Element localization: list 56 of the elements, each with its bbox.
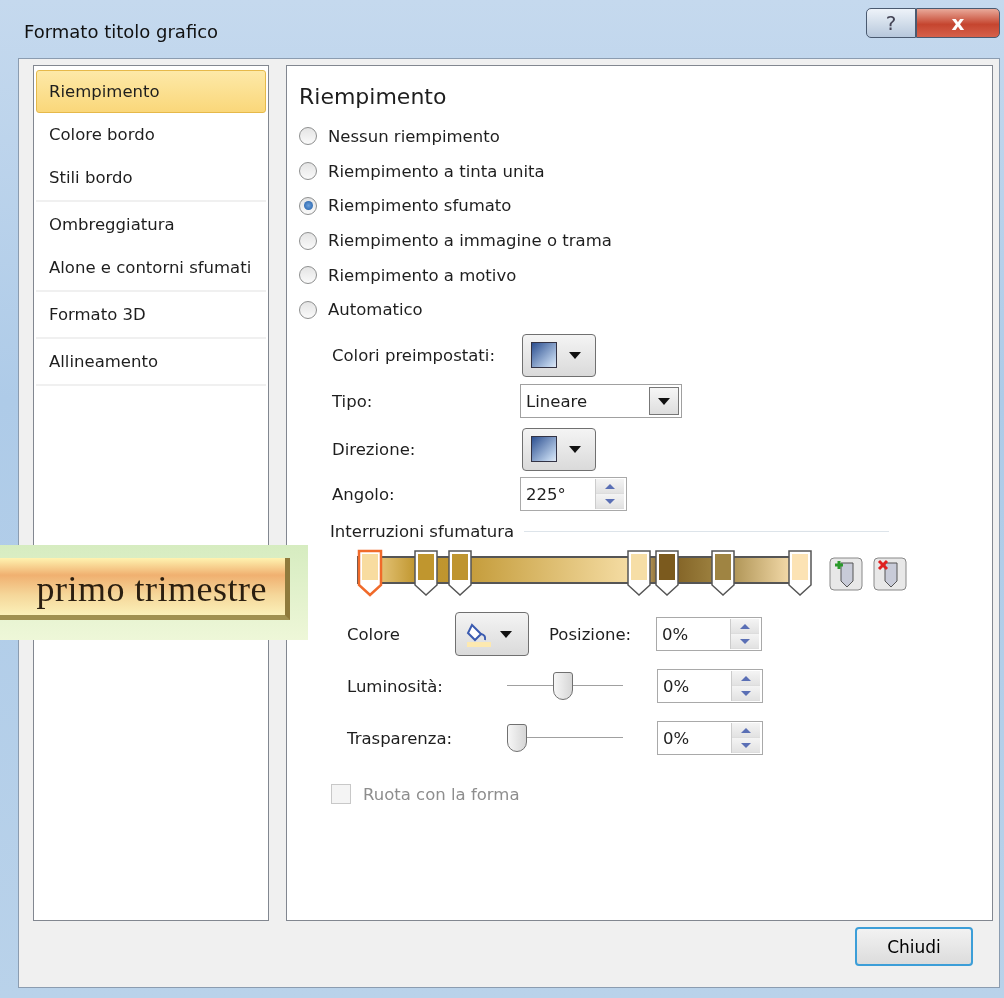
field-label: Tipo: (332, 391, 374, 411)
checkbox-label: Ruota con la forma (363, 784, 520, 804)
sidebar-item[interactable]: Colore bordo (36, 113, 266, 157)
field-label: Colore (347, 624, 401, 644)
field-label: Colori preimpostati: (332, 345, 496, 365)
add-stop-icon[interactable] (829, 557, 863, 592)
color-button[interactable] (455, 612, 529, 657)
field-label: Angolo: (332, 484, 396, 504)
slider-thumb[interactable] (553, 672, 573, 701)
sidebar-item[interactable]: Ombreggiatura (36, 203, 266, 247)
gradient-stop[interactable] (412, 549, 439, 598)
position-field[interactable]: 0% (656, 617, 762, 652)
window-title: Formato titolo grafico (24, 21, 219, 42)
field-label: Trasparenza: (347, 728, 454, 748)
angle-field[interactable]: 225° (520, 477, 627, 512)
field-label: Direzione: (332, 439, 417, 459)
radio-label: Riempimento sfumato (328, 196, 512, 216)
field-label: Posizione: (549, 624, 633, 644)
sidebar-item[interactable]: Stili bordo (36, 156, 266, 200)
type-dropdown[interactable]: Lineare (520, 384, 682, 419)
section-title: Interruzioni sfumatura (330, 521, 515, 541)
remove-stop-icon[interactable] (873, 557, 907, 592)
radio-button[interactable] (299, 231, 317, 250)
radio-button[interactable] (299, 162, 317, 181)
gradient-stop[interactable] (357, 549, 383, 598)
sidebar-item[interactable]: Riempimento (36, 70, 266, 114)
caret-icon (500, 630, 512, 638)
radio-label: Riempimento a tinta unita (328, 161, 545, 181)
chart-title: primo trimestre (0, 557, 290, 620)
section-heading: Riempimento (299, 84, 448, 110)
radio-button[interactable] (299, 266, 317, 285)
field-label: Luminosità: (347, 676, 444, 696)
radio-label: Riempimento a immagine o trama (328, 231, 612, 251)
radio-label: Automatico (328, 300, 423, 320)
gradient-stop[interactable] (447, 549, 474, 598)
slider-thumb[interactable] (507, 724, 527, 753)
radio-label: Riempimento a motivo (328, 265, 517, 285)
paint-bucket-icon (466, 621, 492, 648)
gradient-stop[interactable] (709, 549, 736, 598)
sidebar-item[interactable]: Allineamento (36, 340, 266, 384)
gradient-stop[interactable] (787, 549, 813, 598)
sidebar-item[interactable]: Alone e contorni sfumati (36, 246, 266, 290)
help-button[interactable]: ? (866, 8, 916, 38)
direction-button[interactable] (522, 427, 596, 471)
gradient-stop[interactable] (653, 549, 680, 598)
radio-button[interactable] (299, 127, 317, 146)
preset-colors-button[interactable] (522, 333, 596, 377)
gradient-stop[interactable] (625, 549, 652, 598)
close-dialog-button[interactable]: Chiudi (855, 927, 973, 967)
radio-button[interactable] (299, 300, 317, 319)
radio-label: Nessun riempimento (328, 126, 500, 146)
radio-button[interactable] (299, 196, 317, 215)
sidebar-item[interactable]: Formato 3D (36, 293, 266, 337)
brightness-field[interactable]: 0% (657, 669, 763, 704)
close-button[interactable]: x (916, 8, 1000, 38)
transparency-field[interactable]: 0% (657, 721, 763, 756)
